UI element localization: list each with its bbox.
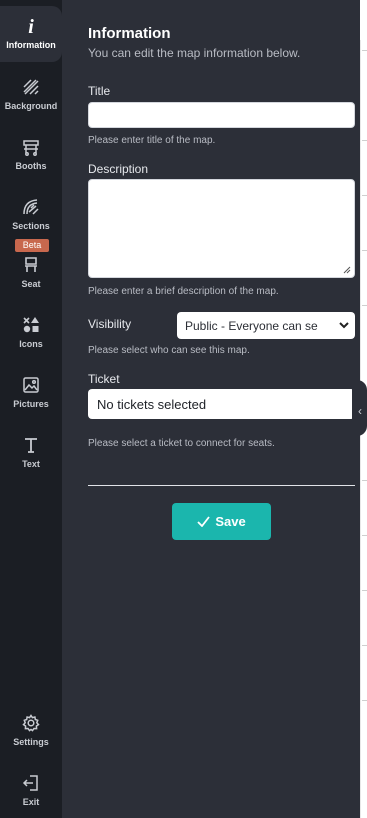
ruler-tick [362, 195, 367, 196]
info-icon: i [28, 16, 34, 38]
resize-handle-icon[interactable] [343, 266, 351, 274]
sidebar-item-label: Exit [22, 797, 40, 807]
text-icon [25, 438, 37, 453]
sidebar-item-label: Text [22, 459, 40, 469]
ruler-tick [362, 645, 367, 646]
ticket-help: Please select a ticket to connect for se… [88, 438, 275, 449]
sidebar-item-sections[interactable]: Sections [0, 186, 62, 242]
ticket-select[interactable]: No tickets selected [88, 389, 355, 419]
sidebar-item-label: Background [4, 101, 58, 111]
sidebar: i Information Background Booths Sections… [0, 0, 62, 818]
sidebar-item-seat[interactable]: Seat [0, 250, 62, 294]
exit-icon [22, 775, 38, 791]
sidebar-item-text[interactable]: Text [0, 424, 62, 480]
ruler-tick [362, 140, 367, 141]
sidebar-item-label: Settings [13, 737, 49, 747]
sidebar-item-settings[interactable]: Settings [0, 702, 62, 758]
sidebar-item-label: Sections [12, 221, 50, 231]
sidebar-item-information[interactable]: i Information [0, 6, 62, 62]
divider [88, 485, 355, 486]
sidebar-item-exit[interactable]: Exit [0, 762, 62, 818]
information-panel: Information You can edit the map informa… [62, 0, 360, 818]
ruler-tick [362, 305, 367, 306]
save-button-label: Save [215, 514, 246, 529]
shapes-icon [23, 317, 39, 333]
visibility-select[interactable]: Public - Everyone can se [177, 312, 355, 339]
ruler-tick [362, 700, 367, 701]
visibility-label: Visibility [88, 317, 132, 331]
sidebar-item-label: Booths [15, 161, 47, 171]
sidebar-item-icons[interactable]: Icons [0, 304, 62, 360]
chevron-left-icon[interactable]: ‹ [358, 404, 362, 418]
page-title: Information [88, 25, 171, 42]
description-label: Description [88, 162, 149, 176]
picture-icon [23, 377, 39, 393]
chevron-down-icon [337, 318, 351, 332]
save-button[interactable]: Save [172, 503, 271, 540]
background-icon [23, 79, 39, 95]
sidebar-item-label: Icons [19, 339, 43, 349]
seat-icon [25, 257, 37, 272]
visibility-selected-value: Public - Everyone can se [185, 318, 318, 333]
map-editor: i Information Background Booths Sections… [0, 0, 367, 818]
sidebar-item-label: Information [6, 40, 56, 50]
gear-icon [22, 714, 40, 732]
check-icon [197, 516, 211, 527]
description-help: Please enter a brief description of the … [88, 286, 279, 297]
sidebar-item-label: Pictures [13, 399, 49, 409]
sidebar-item-label: Seat [21, 279, 41, 289]
ruler-tick [362, 50, 367, 51]
description-textarea[interactable] [88, 179, 355, 278]
visibility-help: Please select who can see this map. [88, 345, 250, 356]
booth-icon [23, 140, 39, 156]
title-input[interactable] [88, 102, 355, 128]
ruler-tick [362, 480, 367, 481]
page-subtitle: You can edit the map information below. [88, 46, 301, 60]
ruler-tick [362, 590, 367, 591]
sidebar-item-pictures[interactable]: Pictures [0, 364, 62, 420]
ticket-label: Ticket [88, 372, 120, 386]
sections-icon [23, 199, 39, 215]
title-help: Please enter title of the map. [88, 135, 216, 146]
sidebar-item-booths[interactable]: Booths [0, 126, 62, 182]
title-label: Title [88, 84, 111, 98]
sidebar-item-background[interactable]: Background [0, 66, 62, 122]
ruler-tick [362, 535, 367, 536]
ruler-tick [362, 250, 367, 251]
